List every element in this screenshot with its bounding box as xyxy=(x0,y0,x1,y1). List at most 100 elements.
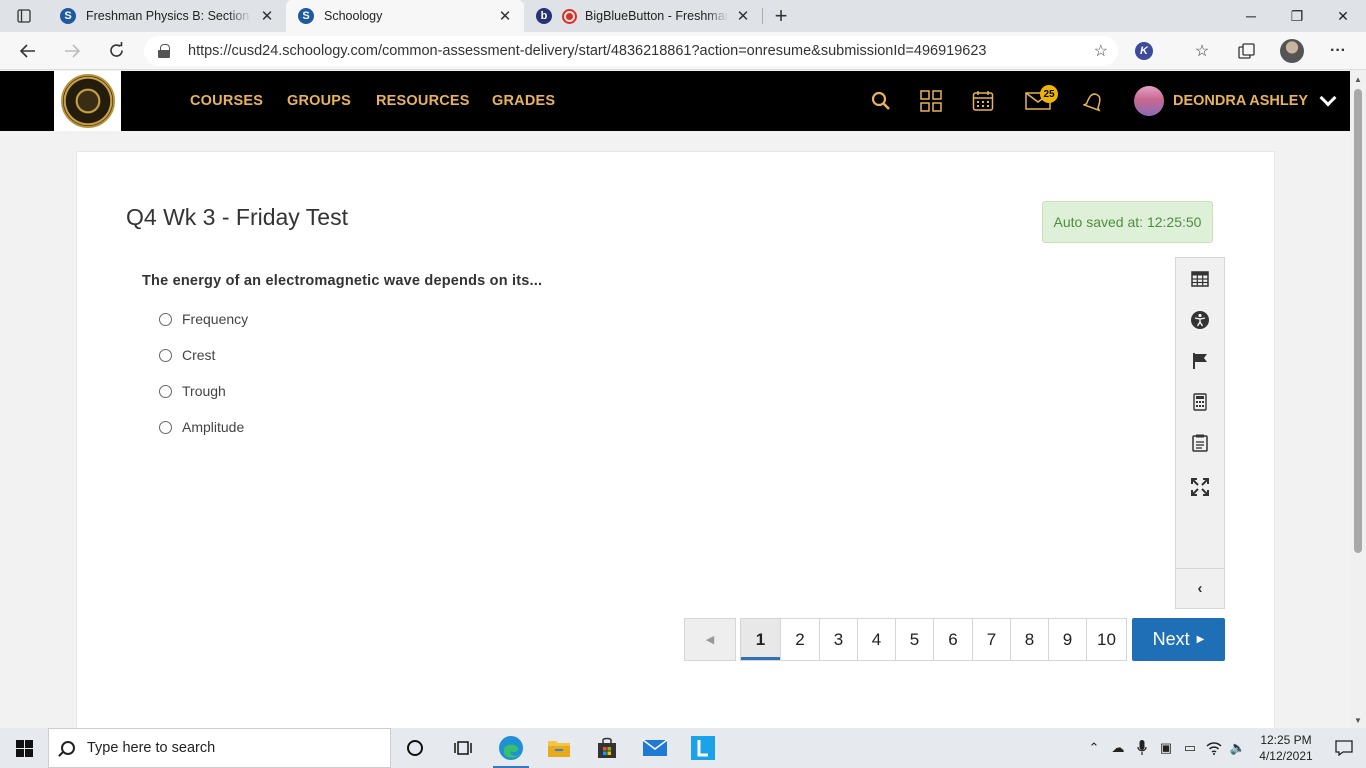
forward-button[interactable] xyxy=(50,32,94,70)
nav-grades[interactable]: GRADES xyxy=(492,71,555,131)
windows-start-icon[interactable] xyxy=(0,728,48,768)
flag-icon[interactable] xyxy=(1176,346,1224,376)
wifi-icon[interactable] xyxy=(1202,741,1226,755)
assessment-card: Q4 Wk 3 - Friday Test Auto saved at: 12:… xyxy=(76,151,1275,731)
file-explorer-icon[interactable] xyxy=(535,728,583,768)
cortana-icon[interactable] xyxy=(391,728,439,768)
scrollbar-thumb[interactable] xyxy=(1354,89,1362,553)
notifications-bell-icon[interactable] xyxy=(1074,71,1114,131)
radio-button[interactable] xyxy=(159,312,172,326)
lock-icon[interactable] xyxy=(158,44,170,58)
radio-button[interactable] xyxy=(159,420,172,434)
page-button-10[interactable]: 10 xyxy=(1087,618,1127,661)
answer-option[interactable]: Trough xyxy=(159,383,226,399)
battery-icon[interactable]: ▭ xyxy=(1178,740,1202,756)
next-button[interactable]: Next ▶ xyxy=(1132,618,1225,661)
l-app-icon[interactable] xyxy=(679,728,727,768)
new-tab-button[interactable]: + xyxy=(763,0,799,32)
search-icon[interactable] xyxy=(861,71,901,131)
close-tab-icon[interactable]: ✕ xyxy=(496,7,514,25)
table-icon[interactable] xyxy=(1176,264,1224,294)
minimize-window-button[interactable]: ─ xyxy=(1228,0,1274,32)
calculator-icon[interactable] xyxy=(1176,387,1224,417)
tools-panel: ‹ xyxy=(1175,257,1225,609)
page-button-2[interactable]: 2 xyxy=(781,618,820,661)
answer-label: Trough xyxy=(182,383,226,399)
messages-badge: 25 xyxy=(1040,85,1058,103)
collapse-panel-chevron-left-icon[interactable]: ‹ xyxy=(1176,568,1224,608)
profile-avatar[interactable] xyxy=(1272,32,1312,70)
clock-time: 12:25 PM xyxy=(1260,733,1312,747)
bigbluebutton-icon: b xyxy=(536,8,552,24)
page-scrollbar[interactable]: ▲ ▼ xyxy=(1350,71,1366,728)
answer-option[interactable]: Amplitude xyxy=(159,419,244,435)
browser-toolbar: https://cusd24.schoology.com/common-asse… xyxy=(0,32,1366,70)
tab-title: BigBlueButton - Freshman P xyxy=(585,9,728,23)
restore-window-button[interactable]: ❐ xyxy=(1274,0,1320,32)
close-tab-icon[interactable]: ✕ xyxy=(258,7,276,25)
page-button-1[interactable]: 1 xyxy=(740,618,781,661)
tab-actions-menu-icon[interactable] xyxy=(0,0,48,32)
school-logo[interactable] xyxy=(54,71,121,131)
task-view-icon[interactable] xyxy=(439,728,487,768)
browser-tab-schoology[interactable]: S Schoology ✕ xyxy=(286,0,524,32)
collections-icon[interactable] xyxy=(1226,32,1266,70)
microphone-icon[interactable] xyxy=(1130,740,1154,756)
page-button-3[interactable]: 3 xyxy=(820,618,858,661)
taskbar-search-placeholder: Type here to search xyxy=(87,740,216,756)
browser-tab-freshman-physics[interactable]: S Freshman Physics B: Section 1 | S ✕ xyxy=(48,0,286,32)
nav-resources[interactable]: RESOURCES xyxy=(376,71,470,131)
fullscreen-expand-icon[interactable] xyxy=(1176,472,1224,502)
back-button[interactable] xyxy=(6,32,50,70)
question-pagination: ◀ 1 2 3 4 5 6 7 8 9 10 Next ▶ xyxy=(684,618,1225,661)
accessibility-icon[interactable] xyxy=(1176,305,1224,335)
mail-icon[interactable] xyxy=(631,728,679,768)
answer-option[interactable]: Crest xyxy=(159,347,215,363)
system-clock[interactable]: 12:25 PM 4/12/2021 xyxy=(1250,732,1322,764)
user-menu[interactable]: DEONDRA ASHLEY xyxy=(1134,71,1337,131)
meet-now-icon[interactable]: ▣ xyxy=(1154,740,1178,756)
apps-grid-icon[interactable] xyxy=(911,71,951,131)
page-button-4[interactable]: 4 xyxy=(858,618,896,661)
answer-label: Amplitude xyxy=(182,419,245,435)
browser-tab-bigbluebutton[interactable]: b BigBlueButton - Freshman P ✕ xyxy=(524,0,762,32)
edge-browser-icon[interactable] xyxy=(487,728,535,768)
answer-option[interactable]: Frequency xyxy=(159,311,248,327)
schoology-header: COURSES GROUPS RESOURCES GRADES 25 DEOND… xyxy=(0,71,1350,131)
favorites-icon[interactable]: ☆ xyxy=(1182,32,1222,70)
page-button-9[interactable]: 9 xyxy=(1049,618,1087,661)
page-button-8[interactable]: 8 xyxy=(1011,618,1049,661)
scroll-up-arrow-icon[interactable]: ▲ xyxy=(1350,71,1366,87)
radio-button[interactable] xyxy=(159,348,172,362)
onedrive-cloud-icon[interactable]: ☁ xyxy=(1106,740,1130,756)
refresh-button[interactable] xyxy=(94,32,138,70)
page-button-7[interactable]: 7 xyxy=(973,618,1011,661)
tab-title: Schoology xyxy=(324,9,383,23)
recording-icon xyxy=(562,8,577,24)
taskbar-search-box[interactable]: Type here to search xyxy=(48,728,391,768)
settings-more-icon[interactable]: ··· xyxy=(1318,32,1358,70)
notepad-icon[interactable] xyxy=(1176,428,1224,458)
play-arrow-icon: ▶ xyxy=(1196,634,1205,645)
calendar-icon[interactable] xyxy=(963,71,1003,131)
close-window-button[interactable]: ✕ xyxy=(1320,0,1366,32)
add-favorite-icon[interactable]: ☆ xyxy=(1094,41,1108,61)
messages-icon[interactable]: 25 xyxy=(1018,71,1058,131)
page-button-6[interactable]: 6 xyxy=(934,618,973,661)
nav-courses[interactable]: COURSES xyxy=(190,71,263,131)
scroll-down-arrow-icon[interactable]: ▼ xyxy=(1350,712,1366,728)
previous-page-button[interactable]: ◀ xyxy=(684,618,736,661)
nav-groups[interactable]: GROUPS xyxy=(287,71,351,131)
show-hidden-icons-chevron-up-icon[interactable]: ⌃ xyxy=(1082,740,1106,756)
k-extension-icon[interactable]: K xyxy=(1124,32,1164,70)
chevron-down-icon xyxy=(1319,89,1337,107)
tab-title: Freshman Physics B: Section 1 | S xyxy=(86,9,252,23)
page-button-5[interactable]: 5 xyxy=(896,618,934,661)
notification-center-icon[interactable] xyxy=(1322,740,1366,756)
volume-icon[interactable]: 🔈 xyxy=(1226,740,1250,756)
address-bar[interactable]: https://cusd24.schoology.com/common-asse… xyxy=(144,36,1118,66)
close-tab-icon[interactable]: ✕ xyxy=(734,7,752,25)
page-title: Q4 Wk 3 - Friday Test xyxy=(126,204,348,230)
microsoft-store-icon[interactable] xyxy=(583,728,631,768)
radio-button[interactable] xyxy=(159,384,172,398)
